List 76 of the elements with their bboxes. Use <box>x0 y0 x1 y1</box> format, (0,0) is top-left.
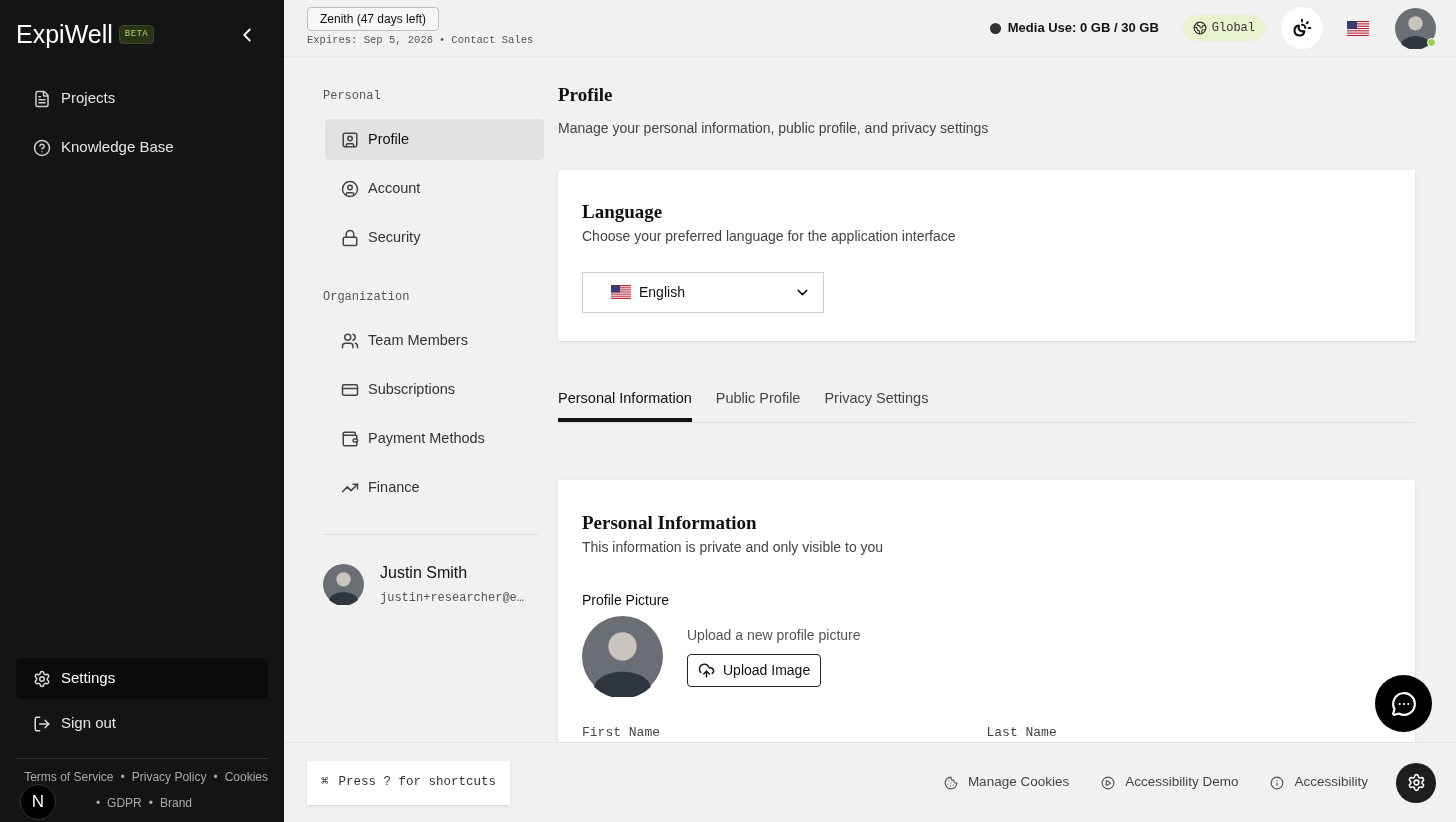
footer-link[interactable]: Accessibility <box>1270 772 1368 793</box>
help-icon <box>33 138 51 157</box>
globe-icon <box>1192 21 1207 35</box>
user-email: justin+researcher@e… <box>380 590 525 607</box>
field-label: Profile Picture <box>582 590 671 610</box>
settings-nav-item[interactable]: Security <box>325 217 544 258</box>
separator-dot: • <box>213 769 218 786</box>
section-heading: Organization <box>323 289 411 306</box>
footer-link[interactable]: Terms of Service <box>24 768 114 786</box>
command-key: ⌘ <box>321 773 329 792</box>
users-icon <box>341 331 359 350</box>
settings-nav-item[interactable]: Subscriptions <box>325 369 544 410</box>
user-avatar <box>1395 7 1436 49</box>
page-title: Profile <box>558 83 614 107</box>
separator-dot: • <box>148 795 153 812</box>
media-use: Media Use: 0 GB / 30 GB <box>1007 19 1159 38</box>
cookie-icon <box>943 775 958 790</box>
upload-hint: Upload a new profile picture <box>687 626 861 645</box>
tab[interactable]: Personal Information <box>558 384 692 422</box>
settings-nav-item[interactable]: Payment Methods <box>325 418 544 459</box>
language-select[interactable]: English <box>582 271 824 313</box>
footer-link[interactable]: Privacy Policy <box>131 768 207 786</box>
expiry-text: Expires: Sep 5, 2026 <box>307 33 434 49</box>
nav-item[interactable]: Projects <box>16 76 268 121</box>
logo: ExpiWell <box>16 22 113 47</box>
separator-dot: • <box>120 769 125 786</box>
separator-dot: • <box>439 33 446 49</box>
info-icon <box>1270 775 1285 790</box>
page-subtitle: Manage your personal information, public profile, and privacy settings <box>558 118 990 138</box>
field-label: First Name <box>582 723 661 742</box>
nav-item[interactable]: Sign out <box>16 703 268 744</box>
user-name: Justin Smith <box>380 563 469 583</box>
flag-icon <box>611 285 631 299</box>
contrast-icon <box>1292 18 1312 38</box>
nav-item[interactable]: Settings <box>16 658 268 699</box>
user-avatar <box>323 563 364 605</box>
region-pill[interactable]: Global <box>1182 15 1265 41</box>
footer-link[interactable]: Manage Cookies <box>943 772 1070 793</box>
upload-image-button[interactable]: Upload Image <box>687 654 822 687</box>
sign-out-icon <box>33 714 51 733</box>
cloud-upload-icon <box>698 662 715 679</box>
theme-toggle[interactable] <box>1281 7 1323 49</box>
nav-item[interactable]: Knowledge Base <box>16 125 268 170</box>
settings-icon <box>1406 773 1426 792</box>
user-icon <box>341 179 359 198</box>
tab[interactable]: Public Profile <box>715 384 801 422</box>
footer-link[interactable]: Accessibility Demo <box>1101 772 1239 793</box>
settings-button[interactable] <box>1396 762 1436 803</box>
settings-nav-item[interactable]: Profile <box>325 119 544 160</box>
beta-badge: BETA <box>118 24 155 45</box>
field-label: Last Name <box>986 723 1058 742</box>
footer-link[interactable]: Cookies <box>224 768 268 786</box>
card-title: Personal Information <box>582 512 758 532</box>
separator-dot: • <box>95 795 101 812</box>
settings-icon <box>33 669 51 688</box>
card-description: This information is private and only visible to you <box>582 537 885 557</box>
card-title: Language <box>582 201 664 221</box>
card-description: Choose your preferred language for the application interface <box>582 226 957 246</box>
contact-sales-link[interactable]: Contact Sales <box>451 33 534 49</box>
chat-bubble-icon <box>1390 690 1417 717</box>
settings-nav-item[interactable]: Finance <box>325 467 544 508</box>
section-heading: Personal <box>323 88 382 105</box>
wallet-icon <box>341 429 359 448</box>
footer-link[interactable]: GDPR <box>107 794 142 812</box>
footer-link[interactable]: Brand <box>159 794 192 812</box>
document-icon <box>33 89 51 108</box>
flag-icon <box>1347 20 1369 36</box>
corner-badge[interactable]: N <box>20 784 56 820</box>
settings-nav-item[interactable]: Team Members <box>325 320 544 361</box>
plan-button[interactable]: Zenith (47 days left) <box>307 7 440 32</box>
lock-icon <box>341 228 359 247</box>
shortcut-text: Press ? for shortcuts <box>338 774 497 792</box>
language-flag-button[interactable] <box>1347 20 1369 36</box>
settings-nav-item[interactable]: Account <box>325 168 544 209</box>
tab[interactable]: Privacy Settings <box>824 384 929 422</box>
contact-card-icon <box>341 130 359 149</box>
